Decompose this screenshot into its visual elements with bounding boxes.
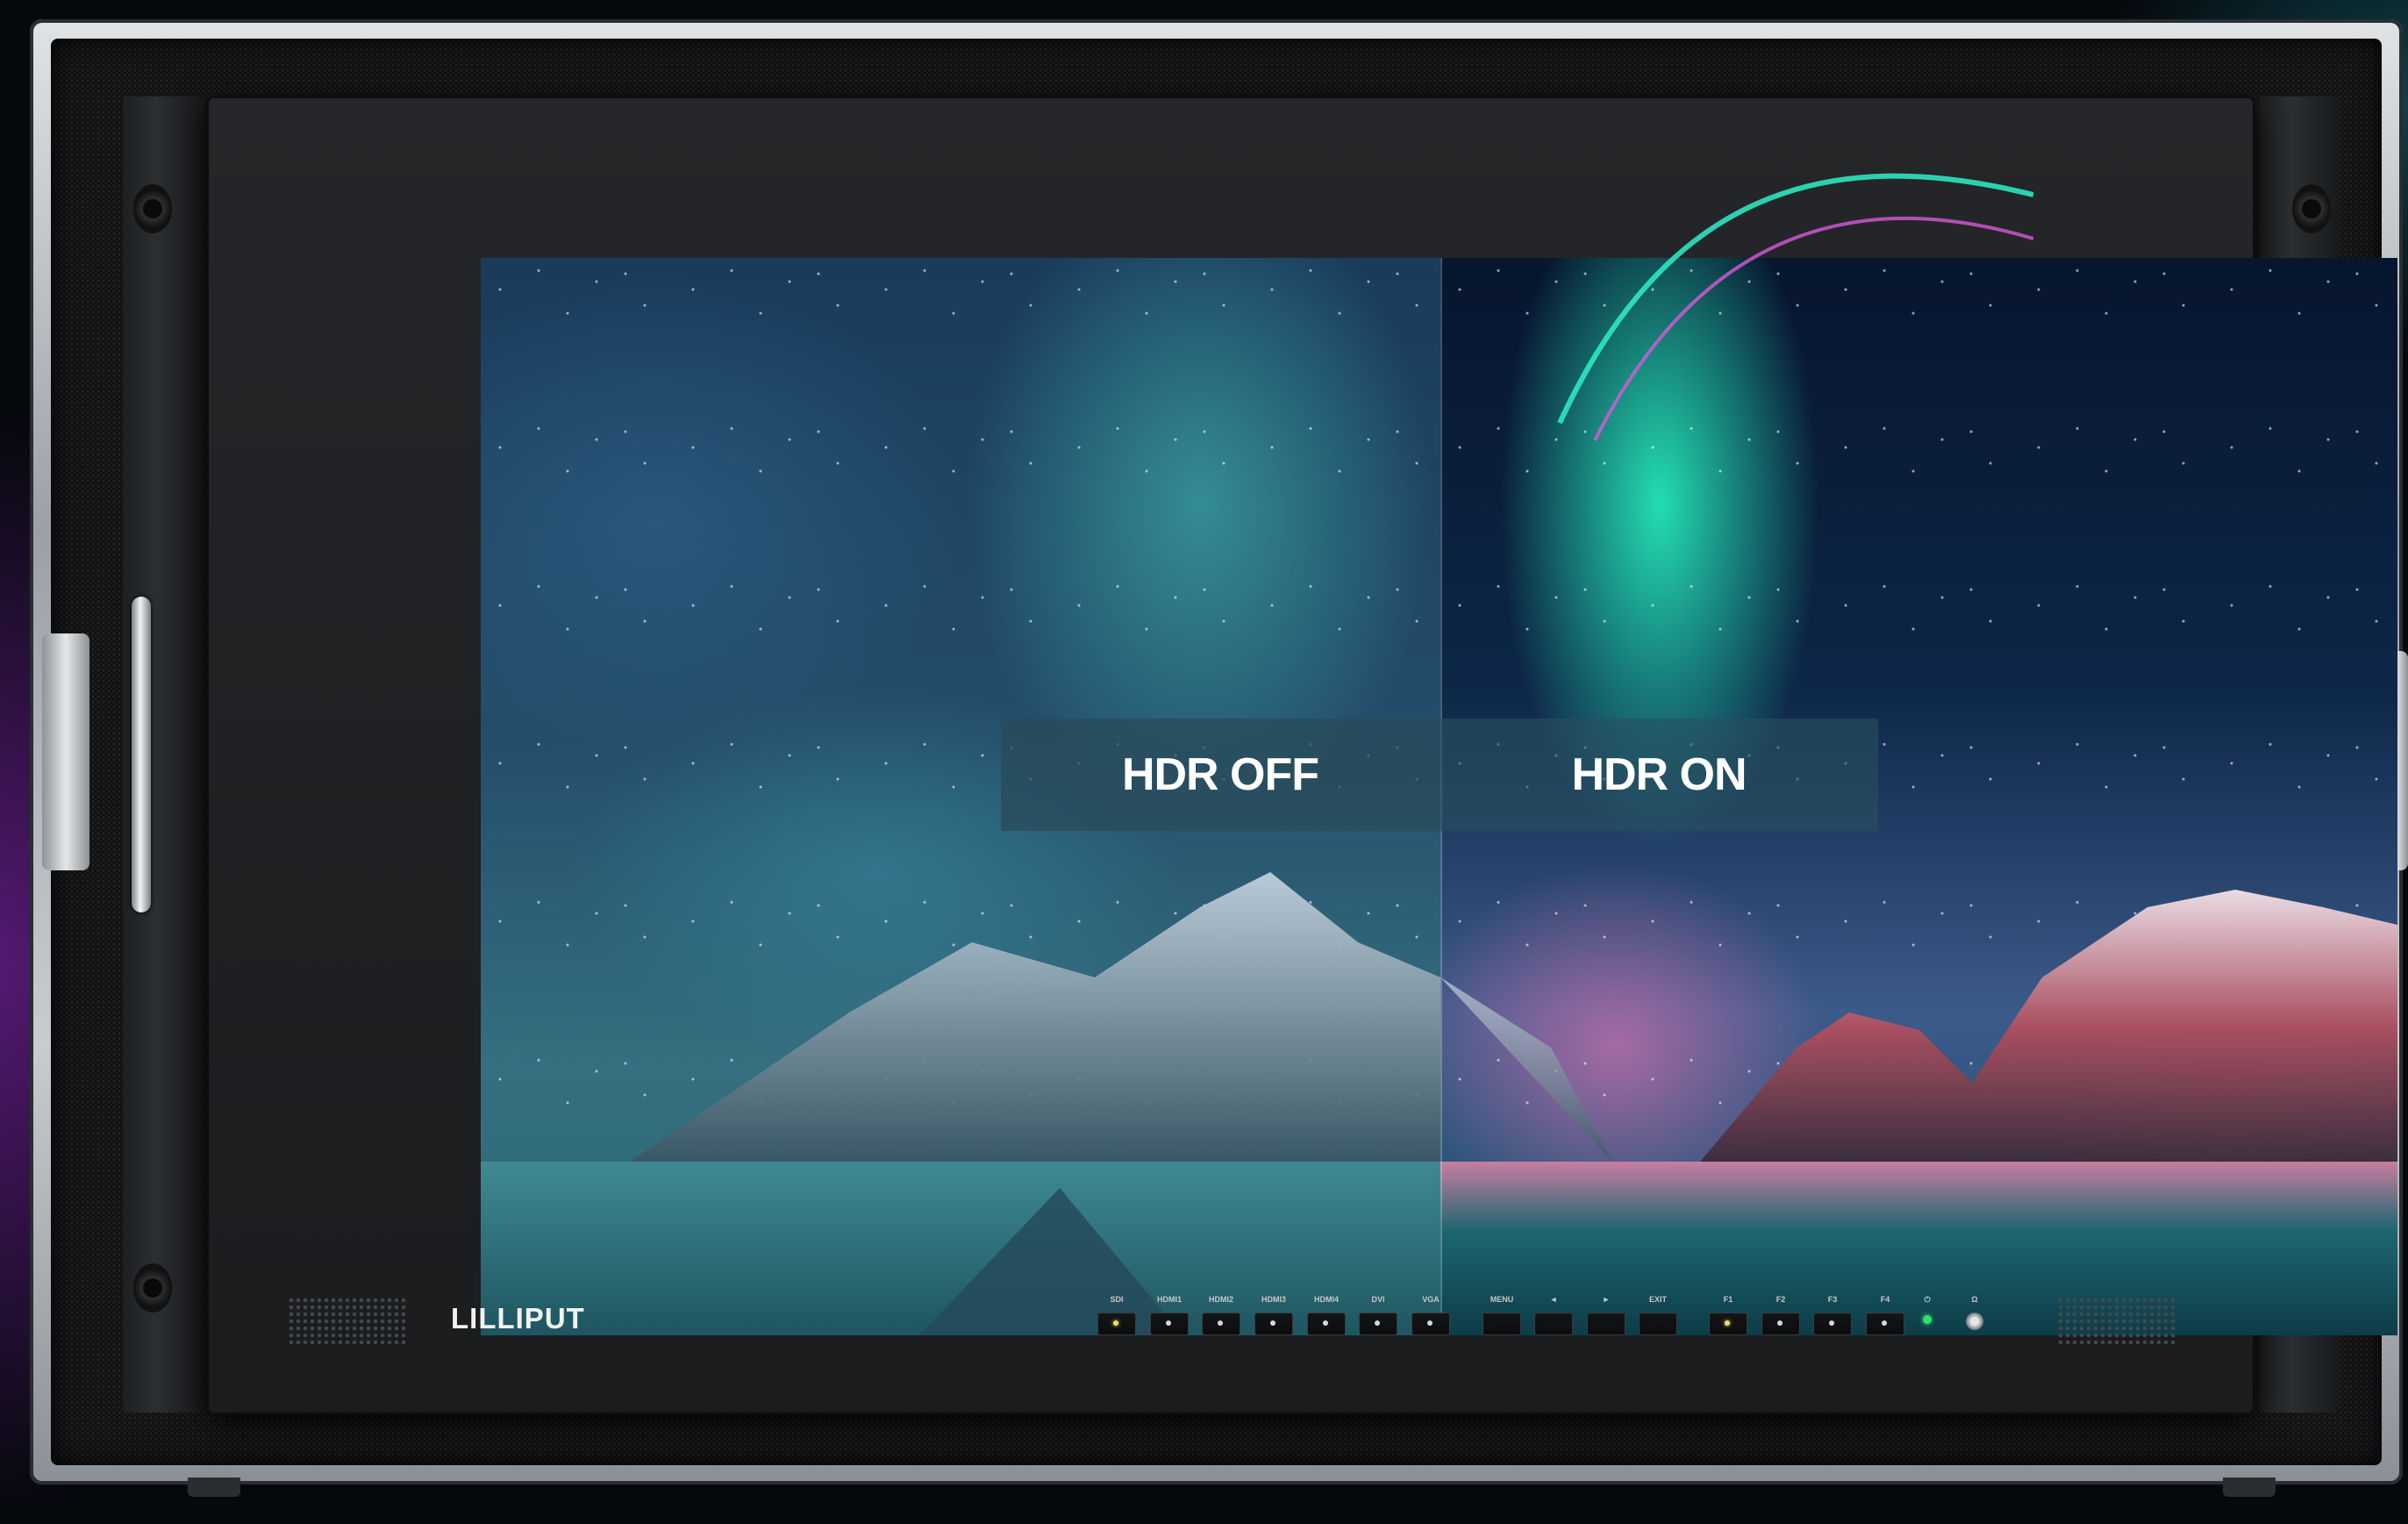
button-body[interactable] <box>1359 1313 1397 1335</box>
button-body[interactable] <box>1709 1313 1747 1335</box>
button-body[interactable] <box>1761 1313 1800 1335</box>
button-left[interactable]: ◄ <box>1534 1293 1573 1335</box>
button-body[interactable] <box>1097 1313 1136 1335</box>
led-indicator <box>1777 1320 1783 1326</box>
power-led <box>1923 1315 1932 1324</box>
power-icon: ⏻ <box>1924 1295 1931 1304</box>
button-body[interactable] <box>1587 1313 1626 1335</box>
button-label: F2 <box>1776 1295 1786 1304</box>
button-body[interactable] <box>1202 1313 1240 1335</box>
button-hdmi3[interactable]: HDMI3 <box>1254 1293 1293 1335</box>
led-indicator <box>1270 1320 1275 1326</box>
speaker-grille-right <box>2057 1297 2176 1346</box>
button-dvi[interactable]: DVI <box>1359 1293 1397 1335</box>
headphone-volume-knob[interactable]: Ω <box>1961 1293 1988 1330</box>
button-body[interactable] <box>1411 1313 1450 1335</box>
button-f3[interactable]: F3 <box>1813 1293 1852 1335</box>
right-arrow-icon: ► <box>1602 1295 1611 1304</box>
button-label: F4 <box>1880 1295 1890 1304</box>
button-label: F3 <box>1827 1295 1838 1304</box>
button-vga[interactable]: VGA <box>1411 1293 1450 1335</box>
button-body[interactable] <box>1813 1313 1852 1335</box>
power-indicator[interactable]: ⏻ <box>1914 1293 1940 1324</box>
button-right[interactable]: ► <box>1587 1293 1626 1335</box>
case-latch-left[interactable] <box>42 633 89 870</box>
headphone-icon: Ω <box>1971 1295 1978 1304</box>
rack-screw-icon <box>133 1263 172 1313</box>
button-label: F1 <box>1723 1295 1733 1304</box>
case-foot <box>2223 1477 2276 1497</box>
led-indicator <box>1166 1320 1171 1326</box>
led-indicator <box>1427 1320 1433 1326</box>
button-label: HDMI4 <box>1313 1295 1339 1304</box>
button-label: SDI <box>1110 1295 1124 1304</box>
brand-logo: LILLIPUT <box>451 1302 585 1334</box>
button-body[interactable] <box>1254 1313 1293 1335</box>
button-body[interactable] <box>1534 1313 1573 1335</box>
button-label: EXIT <box>1648 1295 1667 1304</box>
monitor-screen: HDR OFF HDR ON <box>481 258 2397 1335</box>
led-indicator <box>1829 1320 1834 1326</box>
led-indicator <box>1323 1320 1328 1326</box>
button-body[interactable] <box>1483 1313 1521 1335</box>
rack-screw-icon <box>2292 184 2331 233</box>
volume-knob[interactable] <box>1966 1313 1983 1330</box>
led-indicator <box>1882 1320 1887 1326</box>
led-indicator <box>1113 1320 1118 1326</box>
button-body[interactable] <box>1150 1313 1189 1335</box>
speaker-grille-left <box>288 1297 407 1346</box>
button-menu[interactable]: MENU <box>1483 1293 1521 1335</box>
button-exit[interactable]: EXIT <box>1639 1293 1677 1335</box>
button-label: HDMI2 <box>1208 1295 1233 1304</box>
rack-screw-icon <box>133 184 172 233</box>
led-indicator <box>1218 1320 1223 1326</box>
rack-rail-left <box>123 97 204 1413</box>
left-arrow-icon: ◄ <box>1549 1295 1558 1304</box>
button-f2[interactable]: F2 <box>1761 1293 1800 1335</box>
hdr-on-label: HDR ON <box>1440 719 1878 831</box>
button-label: HDMI1 <box>1156 1295 1182 1304</box>
button-hdmi1[interactable]: HDMI1 <box>1150 1293 1189 1335</box>
hdr-off-label: HDR OFF <box>1001 719 1440 831</box>
button-hdmi2[interactable]: HDMI2 <box>1202 1293 1240 1335</box>
button-label: MENU <box>1490 1295 1514 1304</box>
led-indicator <box>1375 1320 1380 1326</box>
button-label: VGA <box>1422 1295 1440 1304</box>
hdr-comparison-label: HDR OFF HDR ON <box>1001 719 1878 831</box>
broadcast-monitor: HDR OFF HDR ON <box>209 98 2397 1413</box>
button-f4[interactable]: F4 <box>1866 1293 1904 1335</box>
case-foot <box>188 1477 240 1497</box>
button-hdmi4[interactable]: HDMI4 <box>1307 1293 1346 1335</box>
led-indicator <box>1725 1320 1730 1326</box>
button-body[interactable] <box>1866 1313 1904 1335</box>
rack-handle-left[interactable] <box>132 597 151 912</box>
button-label: DVI <box>1371 1295 1385 1304</box>
button-label: HDMI3 <box>1261 1295 1286 1304</box>
button-body[interactable] <box>1639 1313 1677 1335</box>
button-body[interactable] <box>1307 1313 1346 1335</box>
button-f1[interactable]: F1 <box>1709 1293 1747 1335</box>
button-sdi[interactable]: SDI <box>1097 1293 1136 1335</box>
